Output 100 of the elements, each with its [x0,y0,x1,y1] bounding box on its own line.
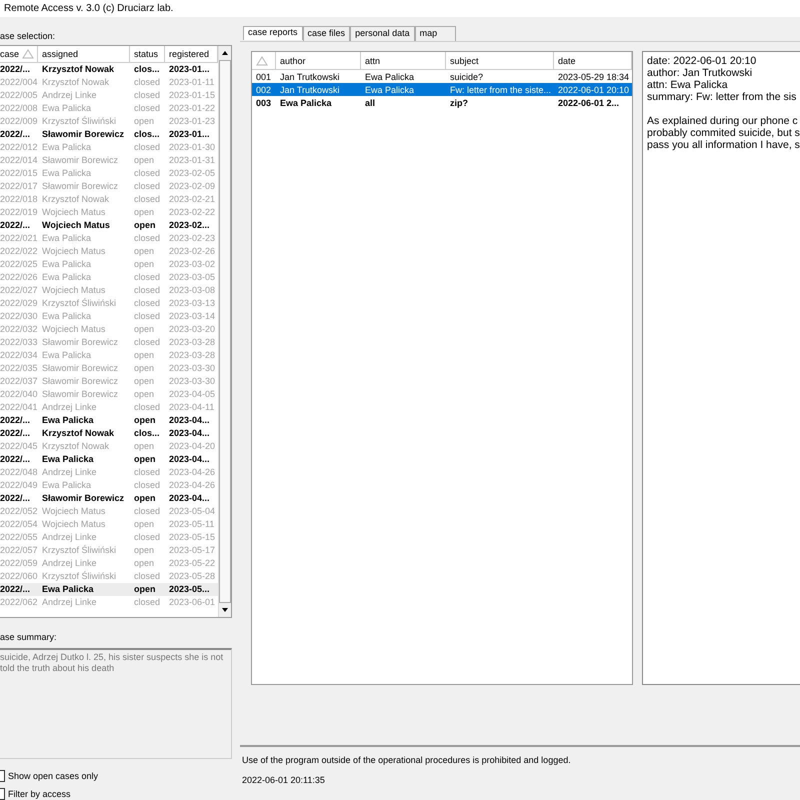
column-header[interactable]: subject [446,52,554,70]
tab[interactable]: personal data [350,26,415,41]
column-header[interactable]: case [0,46,38,63]
report-row[interactable]: 003 Ewa Palicka all zip? 2022-06-01 2... [252,96,632,109]
case-row[interactable]: 2022/054 Wojciech Matus open 2023-05-11 [0,518,218,531]
case-row[interactable]: 2022/... Krzysztof Nowak clos... 2023-04... [0,426,218,440]
case-row[interactable]: 2022/037 Sławomir Borewicz open 2023-03-30 [0,374,218,388]
column-header[interactable]: attn [361,52,446,70]
case-row[interactable]: 2022/005 Andrzej Linke closed 2023-01-15 [0,88,218,102]
case-row[interactable]: 2022/008 Ewa Palicka closed 2023-01-22 [0,102,218,115]
table-cell-text: Wojciech Matus [41,220,111,230]
table-cell-text: 2023-01-30 [168,142,216,152]
report-row[interactable]: 002 Jan Trutkowski Ewa Palicka Fw: letter from the siste... 2022-06-01 20:10 [252,83,632,96]
table-cell-text: 2023-05-04 [168,506,216,516]
case-row[interactable]: 2022/030 Ewa Palicka closed 2023-03-14 [0,310,218,323]
table-cell-text: 2023-03-30 [168,363,216,374]
scrollbar[interactable] [218,46,231,618]
tab[interactable]: map [414,26,456,41]
case-row[interactable]: 2022/018 Krzysztof Nowak closed 2023-02-21 [0,192,218,206]
case-row[interactable]: 2022/048 Andrzej Linke closed 2023-04-26 [0,466,218,479]
table-cell-text: 2023-02... [168,220,211,230]
table-cell-text: 2022/... [0,64,32,74]
case-row[interactable]: 2022/019 Wojciech Matus open 2023-02-22 [0,206,218,219]
table-cell-text: Krzysztof Nowak [41,77,110,88]
table-cell-text: open [133,324,156,334]
case-row[interactable]: 2022/040 Sławomir Borewicz open 2023-04-05 [0,388,218,401]
table-cell-text: Sławomir Borewicz [41,337,120,348]
table-cell-text: 2023-05-28 [168,571,216,582]
section-label: ase selection: [0,31,56,43]
case-row[interactable]: 2022/022 Wojciech Matus open 2023-02-26 [0,244,218,258]
table-cell: 2022/014 [0,155,38,166]
case-row[interactable]: 2022/032 Wojciech Matus open 2023-03-20 [0,322,218,336]
table-cell-text: Krzysztof Nowak [41,64,116,74]
table-cell: 2022/049 [0,480,38,490]
table-cell: 2022/012 [0,142,38,152]
case-row[interactable]: 2022/012 Ewa Palicka closed 2023-01-30 [0,140,218,154]
checkbox-label[interactable]: Show open cases only [8,771,98,781]
case-row[interactable]: 2022/049 Ewa Palicka closed 2023-04-26 [0,478,218,492]
table-cell-text: closed [133,233,162,244]
table-cell-text: 003 [255,98,272,108]
case-row[interactable]: 2022/035 Sławomir Borewicz open 2023-03-30 [0,362,218,375]
table-cell-text: 2023-04-26 [168,467,216,478]
column-header[interactable]: assigned [38,46,130,63]
case-row[interactable]: 2022/060 Krzysztof Śliwiński closed 2023-05-28 [0,570,218,583]
case-row[interactable]: 2022/045 Krzysztof Nowak open 2023-04-20 [0,440,218,453]
tab[interactable]: case files [302,26,350,41]
column-header[interactable]: registered [165,46,218,63]
table-cell-text: closed [133,181,162,192]
column-header[interactable]: date [554,52,632,70]
case-row[interactable]: 2022/025 Ewa Palicka open 2023-03-02 [0,258,218,271]
table-cell-text: 2023-02-26 [168,246,216,256]
case-row[interactable]: 2022/029 Krzysztof Śliwiński closed 2023-03-13 [0,296,218,310]
table-cell-text: 2022/... [0,493,32,504]
case-row[interactable]: 2022/... Ewa Palicka open 2023-04... [0,452,218,466]
tab[interactable]: case reports [243,26,303,40]
table-cell-text: 2023-03-28 [168,337,216,348]
table-cell: 2022/005 [0,90,38,100]
case-row[interactable]: 2022/004 Krzysztof Nowak closed 2023-01-11 [0,76,218,89]
case-row[interactable]: 2022/014 Sławomir Borewicz open 2023-01-31 [0,154,218,167]
case-row[interactable]: 2022/062 Andrzej Linke closed 2023-06-01 [0,596,218,609]
table-cell-text: open [133,415,156,426]
column-header[interactable]: status [130,46,165,63]
case-row[interactable]: 2022/057 Krzysztof Śliwiński open 2023-05-17 [0,544,218,557]
case-row[interactable]: 2022/059 Andrzej Linke open 2023-05-22 [0,556,218,570]
case-row[interactable]: 2022/009 Krzysztof Śliwiński open 2023-01-23 [0,114,218,128]
case-row[interactable]: 2022/... Sławomir Borewicz open 2023-04... [0,492,218,505]
table-cell: 2022/041 [0,402,38,412]
table-cell-text: zip? [449,98,469,108]
case-row[interactable]: 2022/033 Sławomir Borewicz closed 2023-03-28 [0,336,218,349]
table-cell-text: Sławomir Borewicz [41,376,120,386]
table-cell-text: 2023-01-22 [168,103,216,114]
table-cell-text: 2023-05-29 18:34 [557,72,630,82]
table-cell-text: 2023-02-22 [168,207,216,218]
report-row[interactable]: 001 Jan Trutkowski Ewa Palicka suicide? 2023-05-29 18:34 [252,70,632,83]
case-row[interactable]: 2022/015 Ewa Palicka closed 2023-02-05 [0,166,218,180]
case-row[interactable]: 2022/... Krzysztof Nowak clos... 2023-01... [0,62,218,76]
case-row[interactable]: 2022/017 Sławomir Borewicz closed 2023-02-09 [0,180,218,193]
case-row[interactable]: 2022/... Ewa Palicka open 2023-04... [0,414,218,427]
table-cell: 2022/017 [0,181,38,192]
table-cell: 2022/040 [0,389,38,400]
case-row[interactable]: 2022/... Sławomir Borewicz clos... 2023-01... [0,128,218,141]
column-header[interactable]: author [276,52,361,70]
table-cell-text: closed [133,402,162,412]
case-row[interactable]: 2022/026 Ewa Palicka closed 2023-03-05 [0,270,218,284]
case-row[interactable]: 2022/021 Ewa Palicka closed 2023-02-23 [0,232,218,245]
table-cell-text: Wojciech Matus [41,506,106,516]
case-row[interactable]: 2022/041 Andrzej Linke closed 2023-04-11 [0,400,218,414]
case-row[interactable]: 2022/052 Wojciech Matus closed 2023-05-04 [0,504,218,518]
table-cell: 2022/059 [0,558,38,568]
checkbox-label[interactable]: Filter by access [8,789,71,799]
case-row[interactable]: 2022/055 Andrzej Linke closed 2023-05-15 [0,530,218,544]
case-row[interactable]: 2022/027 Wojciech Matus closed 2023-03-08 [0,284,218,297]
case-row[interactable]: 2022/... Wojciech Matus open 2023-02... [0,218,218,232]
table-cell-text: open [133,363,156,374]
table-cell-text: closed [133,77,162,88]
case-row[interactable]: 2022/... Ewa Palicka open 2023-05... [0,582,218,596]
table-cell-text: Ewa Palicka [279,98,333,108]
table-cell-text: 2023-04... [168,454,211,464]
case-row[interactable]: 2022/034 Ewa Palicka open 2023-03-28 [0,348,218,362]
table-cell-text: closed [133,480,162,490]
